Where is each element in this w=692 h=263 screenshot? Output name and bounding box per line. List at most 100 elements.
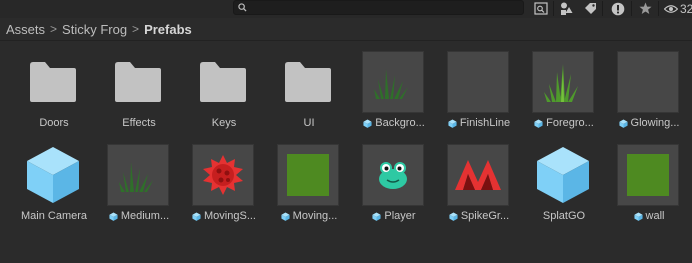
asset-label: Glowing... xyxy=(603,116,692,130)
favorites-button[interactable] xyxy=(634,0,656,17)
folder-icon xyxy=(30,62,76,102)
asset-thumbnail xyxy=(447,144,509,206)
frog-icon xyxy=(379,162,407,189)
search-icon xyxy=(238,3,247,12)
prefab-cube-icon xyxy=(448,118,457,128)
asset-thumbnail xyxy=(447,51,509,113)
asset-thumbnail xyxy=(22,51,84,113)
divider xyxy=(0,40,692,41)
spike-icon xyxy=(455,160,501,190)
folder-icon xyxy=(115,62,161,102)
hidden-count: 32 xyxy=(680,1,692,16)
prefab-cube-icon xyxy=(534,118,543,128)
asset-label: UI xyxy=(303,117,315,129)
asset-label: Moving... xyxy=(263,209,355,223)
search-by-type-button[interactable] xyxy=(530,0,552,17)
asset-thumbnail xyxy=(192,51,254,113)
asset-tile-moving[interactable]: Moving... xyxy=(269,144,349,224)
asset-thumbnail xyxy=(532,51,594,113)
asset-tile-finishline[interactable]: FinishLine xyxy=(439,51,519,131)
grass-dark-icon xyxy=(374,69,408,99)
asset-thumbnail xyxy=(107,51,169,113)
asset-label: SpikeGr... xyxy=(433,209,525,223)
prefab-cube-icon xyxy=(27,147,79,203)
asset-tile-ui[interactable]: UI xyxy=(269,51,349,131)
breadcrumb-item-assets[interactable]: Assets xyxy=(6,22,45,37)
spiked-ball-icon xyxy=(203,155,243,195)
prefab-cube-icon xyxy=(192,211,201,221)
asset-label: MovingS... xyxy=(178,209,270,223)
green-square-icon xyxy=(627,154,669,196)
folder-icon xyxy=(200,62,246,102)
grass-dark-icon xyxy=(119,162,153,192)
asset-thumbnail xyxy=(362,51,424,113)
log-types-button[interactable] xyxy=(607,0,629,17)
prefab-cube-icon xyxy=(372,211,381,221)
asset-thumbnail xyxy=(617,144,679,206)
hidden-packages-toggle[interactable]: 32 xyxy=(664,0,692,17)
asset-label: Keys xyxy=(211,117,237,129)
prefab-cube-icon xyxy=(537,147,589,203)
asset-label: SplatGO xyxy=(542,210,586,222)
asset-tile-player[interactable]: Player xyxy=(354,144,434,224)
asset-label: Main Camera xyxy=(20,210,88,222)
asset-label: Backgro... xyxy=(348,116,440,130)
asset-label: Effects xyxy=(122,117,156,129)
breadcrumb-item-sticky-frog[interactable]: Sticky Frog xyxy=(62,22,127,37)
asset-tile-keys[interactable]: Keys xyxy=(184,51,264,131)
asset-thumbnail xyxy=(277,144,339,206)
prefab-cube-icon xyxy=(633,211,643,221)
asset-tile-moving-spike[interactable]: MovingS... xyxy=(184,144,264,224)
asset-thumbnail xyxy=(362,144,424,206)
asset-tile-foreground[interactable]: Foregro... xyxy=(524,51,604,131)
search-by-label-button[interactable] xyxy=(579,0,601,17)
asset-label: Foregro... xyxy=(518,116,610,130)
breadcrumb-item-prefabs[interactable]: Prefabs xyxy=(144,22,192,37)
eye-icon xyxy=(664,4,678,13)
prefab-cube-icon xyxy=(281,211,290,221)
warning-icon xyxy=(611,2,625,15)
asset-label: wall xyxy=(603,209,692,223)
label-tag-icon xyxy=(584,3,596,14)
green-square-icon xyxy=(287,154,329,196)
prefab-cube-icon xyxy=(109,211,118,221)
prefab-cube-icon xyxy=(449,211,458,221)
asset-label: Medium... xyxy=(93,209,185,223)
project-toolbar: 32 xyxy=(0,0,692,18)
toolbar-separator xyxy=(631,1,632,16)
search-window-icon xyxy=(534,2,548,15)
search-field[interactable] xyxy=(233,0,524,15)
asset-tile-background[interactable]: Backgro... xyxy=(354,51,434,131)
toolbar-separator xyxy=(553,1,554,16)
asset-thumbnail xyxy=(22,144,84,206)
asset-label: Doors xyxy=(39,117,69,129)
asset-thumbnail xyxy=(192,144,254,206)
asset-tile-wall[interactable]: wall xyxy=(609,144,689,224)
asset-tile-main-camera[interactable]: Main Camera xyxy=(14,144,94,224)
shapes-icon xyxy=(560,2,572,15)
asset-tile-doors[interactable]: Doors xyxy=(14,51,94,131)
folder-icon xyxy=(285,62,331,102)
asset-label: Player xyxy=(348,209,440,223)
asset-tile-glowing[interactable]: Glowing... xyxy=(609,51,689,131)
breadcrumb-separator: > xyxy=(132,22,140,36)
asset-tile-spike-ground[interactable]: SpikeGr... xyxy=(439,144,519,224)
toolbar-separator xyxy=(658,1,659,16)
breadcrumb-separator: > xyxy=(50,22,58,36)
star-icon xyxy=(639,2,651,14)
asset-tile-splatgo[interactable]: SplatGO xyxy=(524,144,604,224)
asset-thumbnail xyxy=(532,144,594,206)
prefab-cube-icon xyxy=(618,118,628,128)
grass-bright-icon xyxy=(544,64,578,102)
asset-thumbnail xyxy=(277,51,339,113)
asset-tile-effects[interactable]: Effects xyxy=(99,51,179,131)
asset-thumbnail xyxy=(107,144,169,206)
asset-label: FinishLine xyxy=(433,116,525,130)
asset-tile-medium[interactable]: Medium... xyxy=(99,144,179,224)
filter-by-type-button[interactable] xyxy=(555,0,577,17)
search-input[interactable] xyxy=(250,1,520,14)
toolbar-separator xyxy=(602,1,603,16)
breadcrumb: Assets > Sticky Frog > Prefabs xyxy=(6,21,192,37)
asset-thumbnail xyxy=(617,51,679,113)
prefab-cube-icon xyxy=(363,118,372,128)
